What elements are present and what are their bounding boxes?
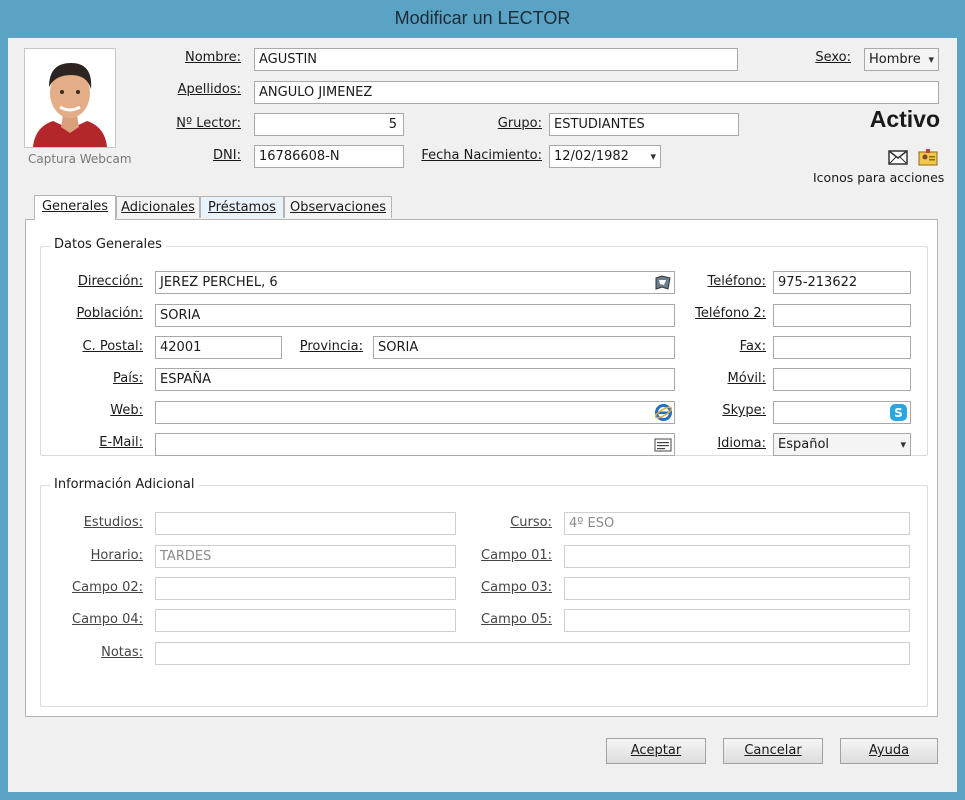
nombre-label: Nombre: [184, 50, 241, 65]
web-label: Web: [110, 403, 143, 418]
chevron-down-icon: ▾ [928, 53, 934, 66]
movil-label: Móvil: [727, 371, 766, 386]
email-compose-icon[interactable] [653, 435, 673, 454]
campo03-label: Campo 03: [481, 580, 552, 595]
id-card-icon[interactable] [916, 146, 940, 168]
chevron-down-icon: ▾ [900, 438, 906, 451]
horario-label: Horario: [90, 548, 143, 563]
aceptar-label: Aceptar [630, 743, 682, 758]
sexo-label: Sexo: [815, 50, 851, 65]
cpostal-input[interactable]: 42001 [155, 336, 282, 359]
sexo-value: Hombre [869, 52, 921, 67]
window-title: Modificar un LECTOR [394, 8, 571, 28]
fecha-nacimiento-value: 12/02/1982 [554, 149, 629, 164]
informacion-adicional-title: Información Adicional [50, 477, 199, 492]
fecha-nacimiento-label: Fecha Nacimiento: [421, 148, 542, 163]
lector-input[interactable]: 5 [254, 113, 404, 136]
telefono-input[interactable]: 975-213622 [773, 271, 911, 294]
telefono2-input[interactable] [773, 304, 911, 327]
webcam-capture-link[interactable]: Captura Webcam [28, 152, 132, 166]
telefono-label: Teléfono: [707, 274, 766, 289]
poblacion-label: Población: [76, 306, 144, 321]
tab-adicionales-label: Adicionales [121, 200, 195, 215]
campo01-label: Campo 01: [481, 548, 552, 563]
dialog-body: Captura Webcam Nombre: AGUSTIN Apellidos… [8, 38, 957, 792]
svg-text:S: S [894, 406, 903, 420]
person-photo-icon [25, 49, 115, 147]
skype-icon[interactable]: S [888, 402, 909, 423]
reader-photo[interactable] [24, 48, 116, 148]
email-input[interactable] [155, 433, 675, 456]
direccion-input[interactable]: JEREZ PERCHEL, 6 [155, 271, 675, 294]
fax-input[interactable] [773, 336, 911, 359]
nombre-input[interactable]: AGUSTIN [254, 48, 738, 71]
curso-input[interactable]: 4º ESO [564, 512, 910, 535]
tab-generales[interactable]: Generales [34, 195, 116, 220]
campo05-input[interactable] [564, 609, 910, 632]
notas-label: Notas: [101, 645, 143, 660]
sexo-select[interactable]: Hombre ▾ [864, 48, 939, 71]
curso-label: Curso: [510, 515, 552, 530]
telefono2-label: Teléfono 2: [695, 306, 766, 321]
idioma-select[interactable]: Español ▾ [773, 433, 911, 456]
provincia-label: Provincia: [299, 339, 363, 354]
datos-generales-title: Datos Generales [50, 237, 166, 252]
lector-label: Nº Lector: [176, 116, 241, 131]
apellidos-label: Apellidos: [177, 82, 241, 97]
tab-prestamos[interactable]: Préstamos [200, 196, 284, 218]
pais-input[interactable]: ESPAÑA [155, 368, 675, 391]
tab-generales-label: Generales [41, 199, 108, 214]
poblacion-input[interactable]: SORIA [155, 304, 675, 327]
email-label: E-Mail: [99, 435, 143, 450]
dni-label: DNI: [213, 148, 241, 163]
cpostal-label: C. Postal: [82, 339, 144, 354]
tab-adicionales[interactable]: Adicionales [116, 196, 200, 218]
provincia-input[interactable]: SORIA [373, 336, 675, 359]
internet-explorer-icon[interactable] [653, 402, 673, 422]
cancelar-button[interactable]: Cancelar [723, 738, 823, 764]
grupo-label: Grupo: [497, 116, 542, 131]
cancelar-label: Cancelar [744, 743, 802, 758]
actions-icons-caption: Iconos para acciones [813, 170, 945, 185]
movil-input[interactable] [773, 368, 911, 391]
ayuda-button[interactable]: Ayuda [840, 738, 938, 764]
estudios-input[interactable] [155, 512, 456, 535]
skype-label: Skype: [722, 403, 766, 418]
ayuda-label: Ayuda [868, 743, 910, 758]
idioma-label: Idioma: [717, 436, 766, 451]
campo02-label: Campo 02: [72, 580, 143, 595]
tab-observaciones[interactable]: Observaciones [284, 196, 392, 218]
campo04-input[interactable] [155, 609, 456, 632]
dni-input[interactable]: 16786608-N [254, 145, 404, 168]
campo03-input[interactable] [564, 577, 910, 600]
campo05-label: Campo 05: [481, 612, 552, 627]
map-icon[interactable] [653, 273, 673, 292]
apellidos-input[interactable]: ANGULO JIMENEZ [254, 81, 939, 104]
fecha-nacimiento-picker[interactable]: 12/02/1982 ▾ [549, 145, 661, 168]
estudios-label: Estudios: [83, 515, 143, 530]
campo04-label: Campo 04: [72, 612, 143, 627]
title-bar: Modificar un LECTOR [0, 0, 965, 38]
chevron-down-icon: ▾ [650, 150, 656, 163]
notas-input[interactable] [155, 642, 910, 665]
pais-label: País: [113, 371, 143, 386]
tab-prestamos-label: Préstamos [208, 200, 276, 215]
idioma-value: Español [778, 437, 830, 452]
campo01-input[interactable] [564, 545, 910, 568]
fax-label: Fax: [739, 339, 766, 354]
envelope-icon[interactable] [886, 146, 910, 168]
direccion-label: Dirección: [77, 274, 143, 289]
web-input[interactable] [155, 401, 675, 424]
aceptar-button[interactable]: Aceptar [606, 738, 706, 764]
tab-observaciones-label: Observaciones [290, 200, 386, 215]
status-label: Activo [869, 106, 940, 132]
grupo-input[interactable]: ESTUDIANTES [549, 113, 739, 136]
horario-input[interactable]: TARDES [155, 545, 456, 568]
campo02-input[interactable] [155, 577, 456, 600]
tab-panel-generales: Datos Generales Dirección: JEREZ PERCHEL… [25, 219, 938, 717]
